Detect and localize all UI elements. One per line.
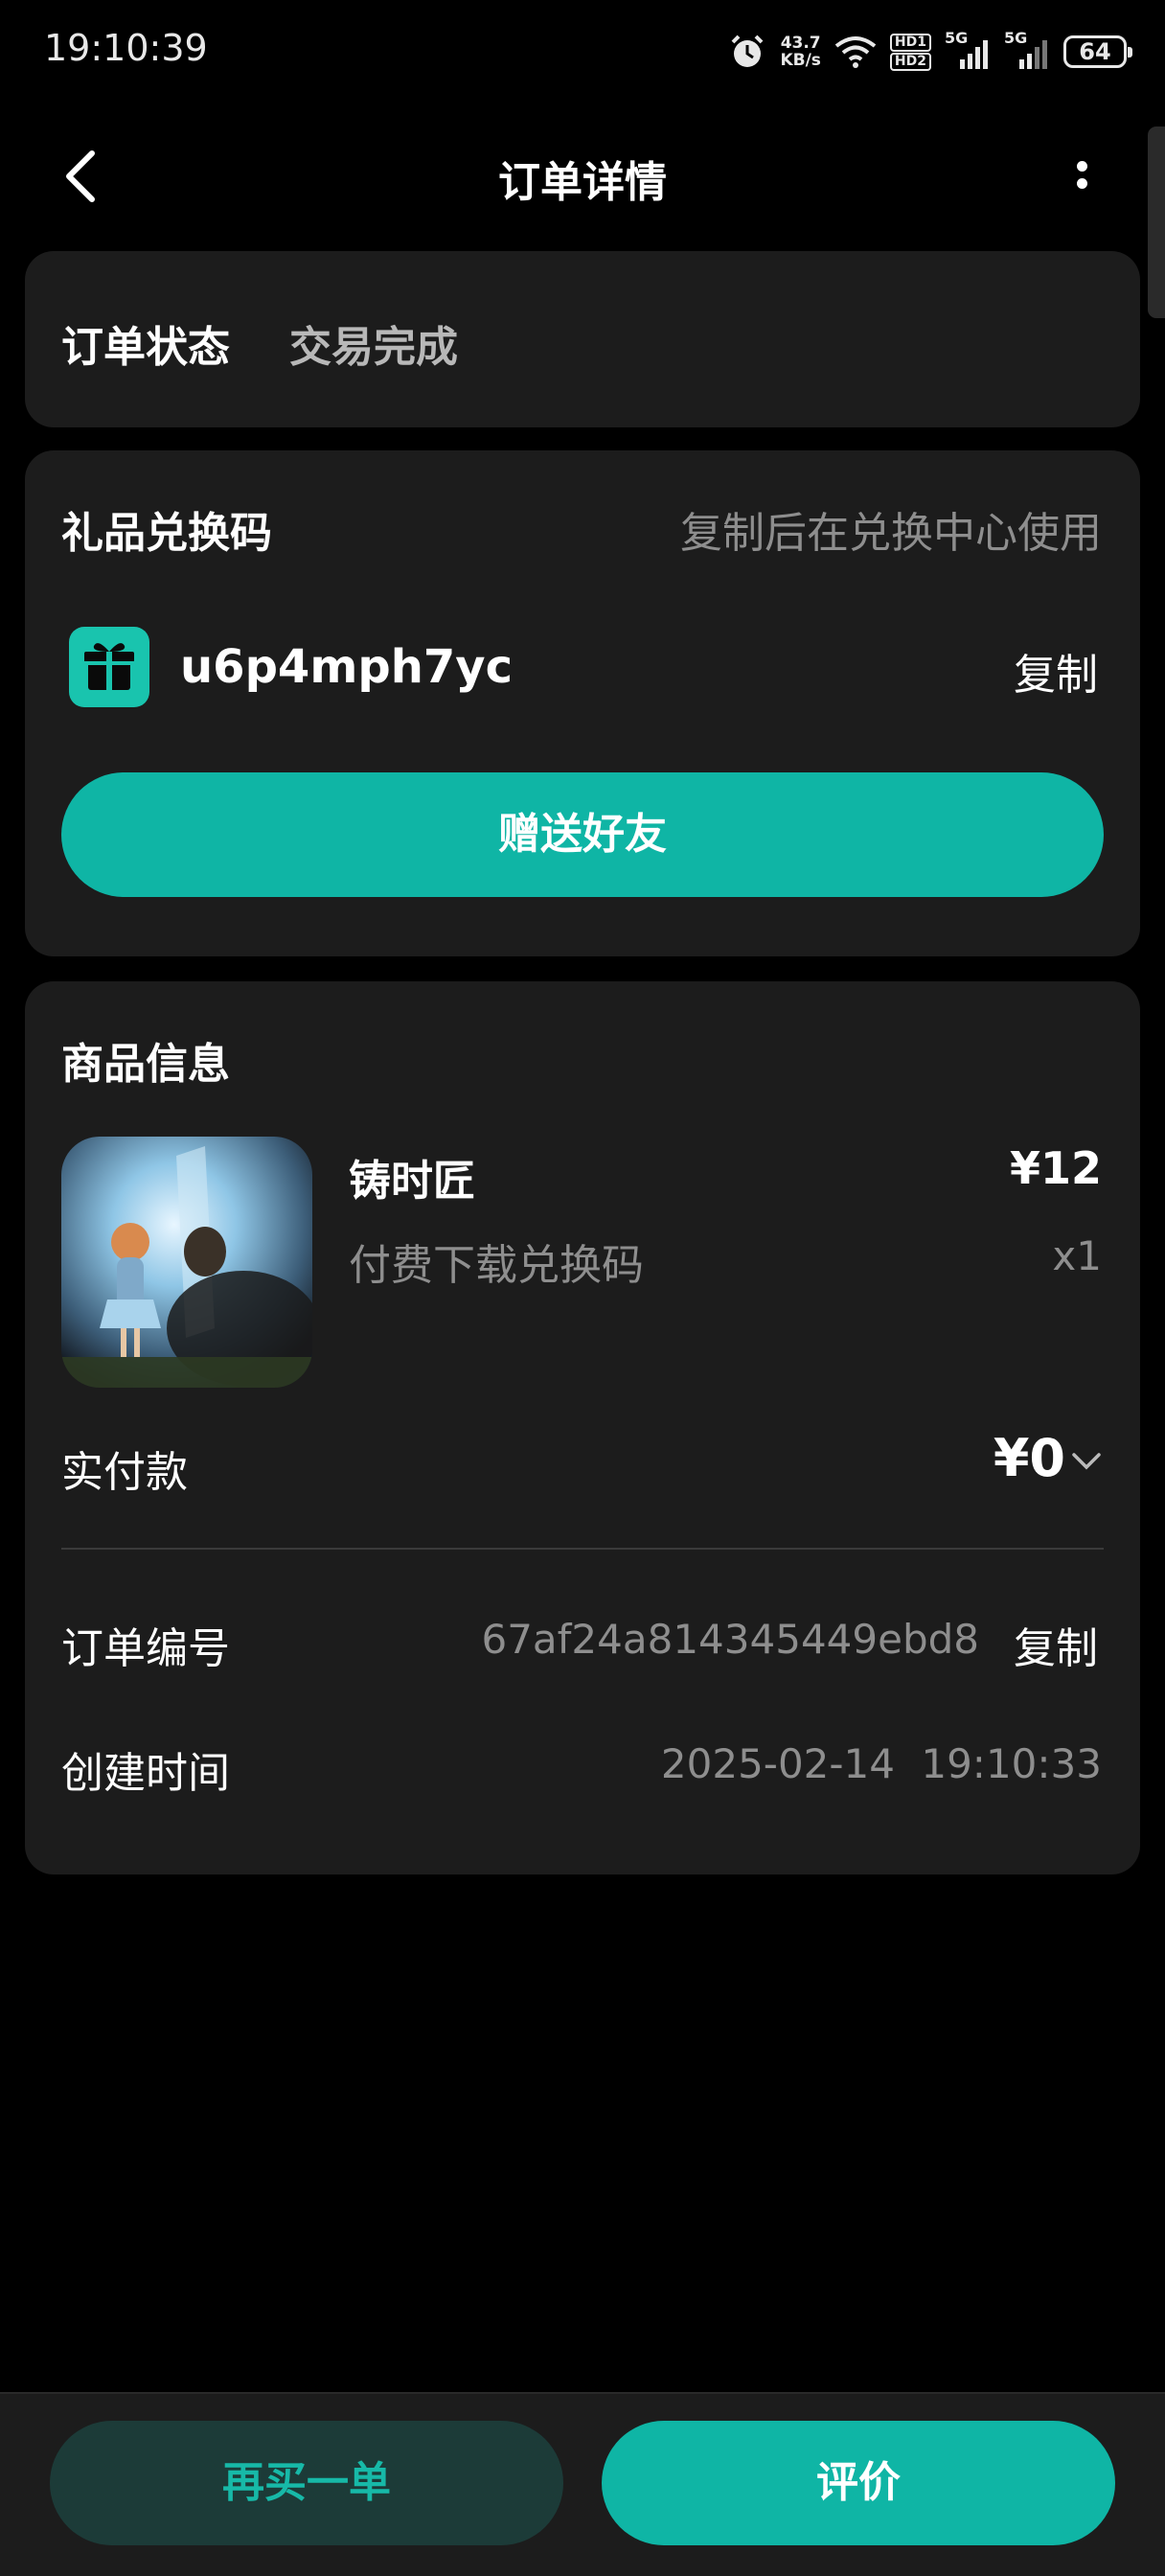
gift-icon [69,627,149,707]
bottom-action-bar: 再买一单 评价 [0,2392,1165,2576]
product-sku: 付费下载兑换码 [349,1241,644,1290]
chevron-down-icon [1072,1453,1101,1470]
hd2-label: HD2 [889,52,931,71]
alarm-icon [732,34,764,67]
battery-icon: 64 [1063,35,1132,68]
goods-info-title: 商品信息 [61,1040,230,1089]
order-status-label: 订单状态 [61,323,230,372]
product-name: 铸时匠 [349,1157,475,1206]
product-price: ¥12 [1009,1142,1102,1194]
order-status-value: 交易完成 [289,323,458,372]
paid-amount-value: ¥0 [993,1428,1065,1488]
rebuy-button[interactable]: 再买一单 [50,2421,563,2545]
status-bar: 19:10:39 43.7 KB/s HD1 HD2 5G 5G 64 [0,0,1165,105]
gift-code-value: u6p4mph7yc [180,640,514,694]
gift-code-title: 礼品兑换码 [61,509,272,558]
review-button[interactable]: 评价 [602,2421,1115,2545]
signal-icon [960,40,988,69]
status-icons: 43.7 KB/s HD1 HD2 5G 5G 64 [728,25,1132,79]
order-number-value: 67af24a814345449ebd8 [481,1616,979,1663]
hd1-label: HD1 [889,33,931,52]
more-vertical-icon [1077,161,1087,172]
send-to-friend-button[interactable]: 赠送好友 [61,772,1104,897]
order-number-copy-button[interactable]: 复制 [1014,1614,1098,1675]
signal-icon [1019,40,1047,69]
product-quantity: x1 [1052,1232,1102,1279]
created-date-value: 2025-02-14 [660,1740,895,1787]
signal-sim2: 5G [1004,29,1050,71]
scrollbar-thumb[interactable] [1148,126,1165,318]
page-title: 订单详情 [498,158,667,207]
wifi-icon [834,36,877,68]
order-number-label: 订单编号 [61,1624,230,1673]
net-speed: 43.7 KB/s [780,34,820,69]
hd-badge: HD1 HD2 [889,33,931,71]
status-time: 19:10:39 [44,27,208,69]
paid-amount-label: 实付款 [61,1448,188,1497]
created-time-label: 创建时间 [61,1749,230,1798]
paid-amount-row[interactable]: ¥0 [920,1428,1104,1495]
title-bar: 订单详情 [0,125,1165,230]
net-speed-value: 43.7 [780,34,821,53]
net-speed-unit: KB/s [780,51,821,70]
gift-code-copy-button[interactable]: 复制 [1014,640,1098,702]
signal-sim1: 5G [945,29,991,71]
divider [61,1548,1104,1550]
more-vertical-icon-dot [1077,178,1087,189]
more-button[interactable] [1063,153,1102,201]
created-time-value: 19:10:33 [921,1740,1102,1787]
product-thumbnail[interactable] [61,1137,312,1388]
gift-code-hint: 复制后在兑换中心使用 [680,509,1102,558]
